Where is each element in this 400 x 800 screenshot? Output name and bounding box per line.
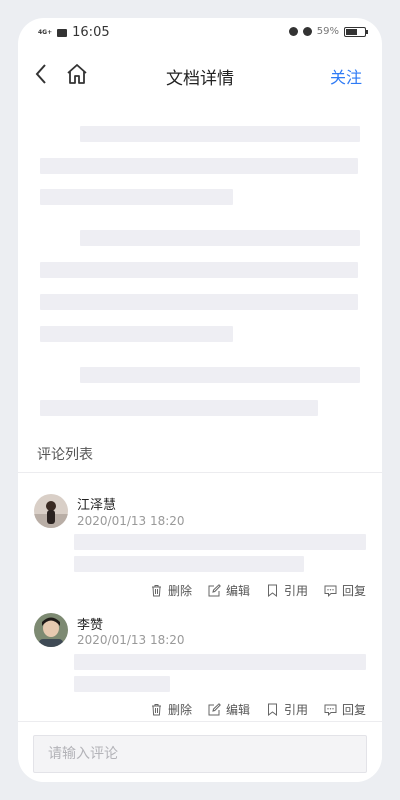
comment-input-bar <box>18 722 382 782</box>
delete-label: 删除 <box>167 584 192 598</box>
content-placeholder <box>80 367 360 383</box>
edit-label: 编辑 <box>225 584 250 598</box>
nav-bar: 文档详情 关注 <box>18 54 382 94</box>
comment-time: 2020/01/13 18:20 <box>77 514 185 528</box>
reply-icon <box>324 704 337 716</box>
content-placeholder <box>80 126 360 142</box>
comment-text-placeholder <box>74 556 304 572</box>
alarm-icon <box>288 27 298 36</box>
avatar <box>34 613 68 647</box>
quote-button[interactable]: 引用 <box>266 701 308 718</box>
page-title: 文档详情 <box>166 69 234 89</box>
follow-button[interactable]: 关注 <box>330 64 362 88</box>
comment-author: 江泽慧 <box>77 498 117 513</box>
quote-label: 引用 <box>283 703 308 717</box>
comment-actions: 删除 编辑 引用 回复 <box>150 701 366 718</box>
content-placeholder <box>40 189 233 205</box>
comment-section-title: 评论列表 <box>37 447 93 463</box>
comment-actions: 删除 编辑 引用 回复 <box>150 582 366 599</box>
content-placeholder <box>40 158 358 174</box>
edit-label: 编辑 <box>225 703 250 717</box>
status-time: 16:05 <box>72 25 110 40</box>
content-placeholder <box>40 400 318 416</box>
reply-button[interactable]: 回复 <box>324 701 366 718</box>
edit-button[interactable]: 编辑 <box>208 582 250 599</box>
comment-text-placeholder <box>74 654 366 670</box>
reply-button[interactable]: 回复 <box>324 582 366 599</box>
trash-icon <box>151 585 161 597</box>
comment-text-placeholder <box>74 676 170 692</box>
content-placeholder <box>80 230 360 246</box>
status-bar: 4G+ 16:05 59% <box>18 18 382 48</box>
comment-text-placeholder <box>74 534 366 550</box>
edit-button[interactable]: 编辑 <box>208 701 250 718</box>
mute-icon <box>302 27 312 36</box>
comment-author: 李赞 <box>77 618 104 633</box>
network-indicator: 4G+ <box>38 28 53 36</box>
content-placeholder <box>40 262 358 278</box>
trash-icon <box>151 704 161 716</box>
delete-button[interactable]: 删除 <box>150 582 192 599</box>
quote-label: 引用 <box>283 584 308 598</box>
status-left: 4G+ 16:05 <box>38 25 110 40</box>
battery-icon <box>344 26 368 37</box>
quote-button[interactable]: 引用 <box>266 582 308 599</box>
edit-icon <box>208 584 221 597</box>
delete-label: 删除 <box>167 703 192 717</box>
battery-percent: 59% <box>316 26 339 37</box>
delete-button[interactable]: 删除 <box>150 701 192 718</box>
comment-input[interactable] <box>33 735 367 773</box>
bookmark-icon <box>267 584 277 597</box>
avatar <box>34 494 68 528</box>
bookmark-icon <box>267 703 277 716</box>
content-placeholder <box>40 294 358 310</box>
phone-frame: 4G+ 16:05 59% 文档详情 关注 评论列表 江泽慧 2020/01/1… <box>18 18 382 782</box>
reply-label: 回复 <box>341 703 366 717</box>
reply-label: 回复 <box>341 584 366 598</box>
reply-icon <box>324 585 337 597</box>
hd-icon <box>57 28 68 37</box>
battery-fill <box>346 28 357 35</box>
divider <box>18 472 382 473</box>
comment-time: 2020/01/13 18:20 <box>77 633 185 647</box>
status-right: 59% <box>288 26 368 37</box>
edit-icon <box>208 703 221 716</box>
content-placeholder <box>40 326 233 342</box>
